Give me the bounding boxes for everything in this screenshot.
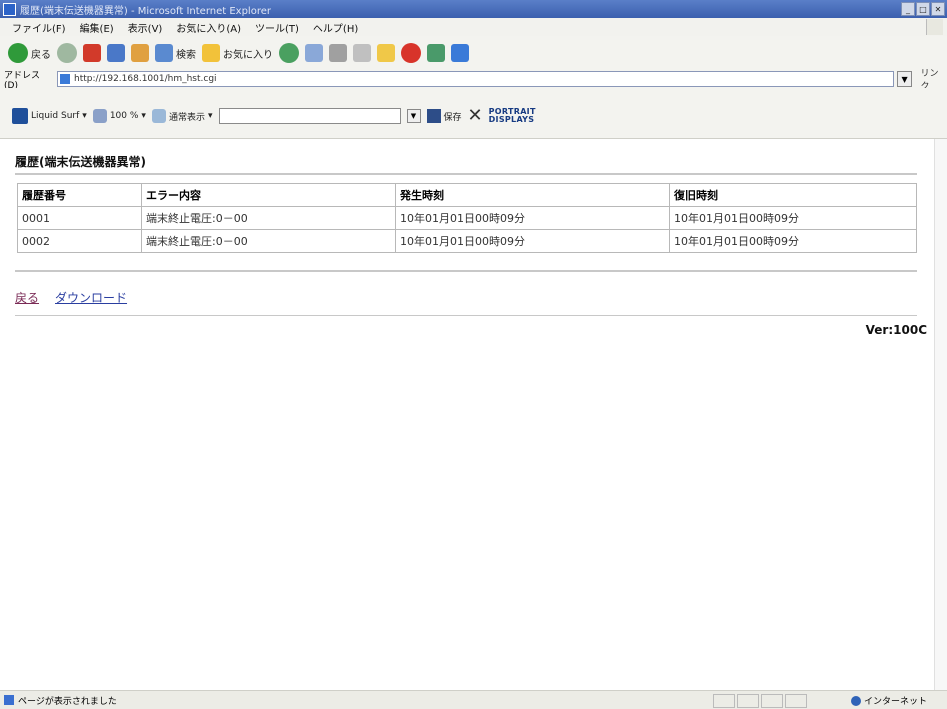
messenger-button[interactable] [427,44,445,62]
divider [15,270,917,272]
status-pane [713,694,735,708]
maximize-button[interactable]: □ [916,2,930,16]
page-done-icon [4,695,14,705]
ie-icon [3,2,16,16]
forward-button[interactable] [57,43,77,63]
favorites-button[interactable]: お気に入り [202,44,273,62]
status-pane [761,694,783,708]
mail-button[interactable] [305,44,323,62]
cell-occurred: 10年01月01日00時09分 [395,229,670,253]
menu-favorites[interactable]: お気に入り(A) [176,20,241,35]
edit-button[interactable] [353,44,371,62]
search-button[interactable]: 検索 [155,44,196,62]
history-button[interactable] [279,43,299,63]
cell-history-number: 0001 [17,206,142,230]
close-x-icon[interactable]: ✕ [468,107,483,125]
table-row: 0001 端末終止電圧:0－00 10年01月01日00時09分 10年01月0… [17,206,917,230]
status-panes [713,694,807,708]
search-icon [155,44,173,62]
page-icon [60,74,71,84]
table-header-row: 履歴番号 エラー内容 発生時刻 復旧時刻 [17,183,917,207]
status-bar: ページが表示されました インターネット [0,690,947,709]
menu-help[interactable]: ヘルプ(H) [313,20,358,35]
liquid-surf-icon [12,108,28,124]
cell-error: 端末終止電圧:0－00 [141,206,396,230]
window-title: 履歴(端末伝送機器異常) - Microsoft Internet Explor… [20,5,271,17]
divider [15,315,917,316]
history-table: 履歴番号 エラー内容 発生時刻 復旧時刻 0001 端末終止電圧:0－00 10… [17,183,917,253]
version-label: Ver:100C [865,323,927,337]
refresh-button[interactable] [107,44,125,62]
menu-bar: ファイル(F) 編集(E) 表示(V) お気に入り(A) ツール(T) ヘルプ(… [0,18,947,36]
download-link[interactable]: ダウンロード [55,289,127,306]
nav-links: 戻る ダウンロード [15,289,127,306]
save-button[interactable]: 保存 [426,109,462,123]
cell-recovered: 10年01月01日00時09分 [669,206,917,230]
zone-label: インターネット [863,697,927,707]
column-header: 履歴番号 [17,183,142,207]
cell-recovered: 10年01月01日00時09分 [669,229,917,253]
security-zone: インターネット [850,694,927,707]
view-icon [151,109,166,123]
divider [15,173,917,175]
menu-tools[interactable]: ツール(T) [255,20,299,35]
status-text: ページが表示されました [18,696,117,707]
column-header: 復旧時刻 [669,183,917,207]
page-title: 履歴(端末伝送機器異常) [15,155,146,169]
status-pane [737,694,759,708]
column-header: エラー内容 [141,183,396,207]
cell-error: 端末終止電圧:0－00 [141,229,396,253]
window-titlebar: 履歴(端末伝送機器異常) - Microsoft Internet Explor… [0,0,947,18]
back-arrow-icon [8,43,28,63]
address-bar: アドレス(D) http://192.168.1001/hm_hst.cgi ▼… [0,69,947,92]
zoom-button[interactable]: 100 % ▾ [92,109,146,123]
extension-select[interactable] [218,108,401,124]
power-icon[interactable] [401,43,421,63]
home-button[interactable] [131,44,149,62]
portrait-displays-logo[interactable]: PORTRAIT DISPLAYS [489,108,536,124]
standard-toolbar: 戻る 検索 お気に入り [0,36,947,70]
table-row: 0002 端末終止電圧:0－00 10年01月01日00時09分 10年01月0… [17,229,917,253]
windows-logo-icon [926,19,943,35]
users-button[interactable] [451,44,469,62]
liquid-surf-button[interactable]: Liquid Surf ▾ [12,108,87,124]
back-button[interactable]: 戻る [8,43,51,63]
address-url: http://192.168.1001/hm_hst.cgi [74,74,217,84]
minimize-button[interactable]: _ [901,2,915,16]
page-content: 履歴(端末伝送機器異常) 履歴番号 エラー内容 発生時刻 復旧時刻 0001 端… [0,139,947,690]
extension-select-dropdown[interactable]: ▼ [406,109,421,123]
column-header: 発生時刻 [395,183,670,207]
star-icon [202,44,220,62]
address-dropdown-button[interactable]: ▼ [896,71,913,87]
address-input[interactable]: http://192.168.1001/hm_hst.cgi [57,71,894,87]
stop-button[interactable] [83,44,101,62]
extension-toolbar: Liquid Surf ▾ 100 % ▾ 通常表示 ▾ ▼ 保存 ✕ PORT… [0,88,947,139]
back-link[interactable]: 戻る [15,289,39,306]
folder-button[interactable] [377,44,395,62]
print-button[interactable] [329,44,347,62]
zoom-icon [92,109,107,123]
floppy-icon [426,109,441,123]
menu-view[interactable]: 表示(V) [128,20,163,35]
globe-icon [850,695,861,706]
vertical-scrollbar[interactable] [934,139,947,690]
cell-history-number: 0002 [17,229,142,253]
window-controls: _ □ ✕ [901,2,945,16]
menu-edit[interactable]: 編集(E) [80,20,114,35]
close-button[interactable]: ✕ [931,2,945,16]
status-pane [785,694,807,708]
menu-file[interactable]: ファイル(F) [12,20,66,35]
view-mode-button[interactable]: 通常表示 ▾ [151,109,213,123]
cell-occurred: 10年01月01日00時09分 [395,206,670,230]
